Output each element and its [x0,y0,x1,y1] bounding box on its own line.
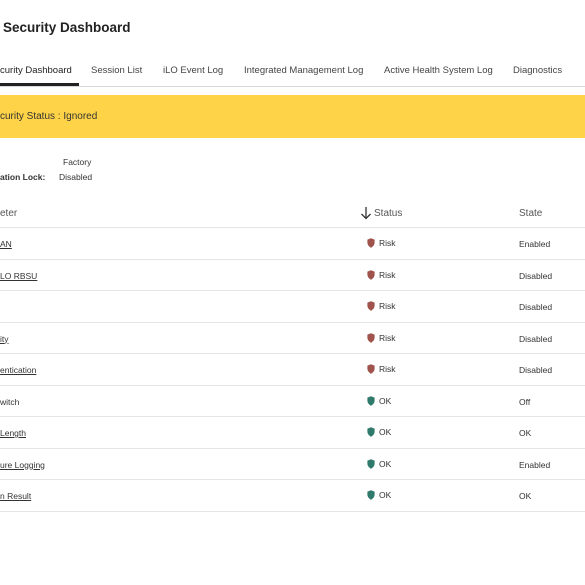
column-header-state: State [519,208,543,219]
shield-ok-icon [367,395,375,406]
tab-ilo-event-log[interactable]: iLO Event Log [163,65,223,76]
security-status-text: curity Status : Ignored [0,111,98,122]
status-cell: OK [367,459,391,469]
shield-risk-icon [367,301,375,311]
tab-bar: curity Dashboard Session List iLO Event … [0,56,585,87]
shield-ok-icon [367,427,375,437]
status-cell: OK [367,396,391,406]
parameter-link[interactable]: n Result [0,491,31,501]
page-title: Security Dashboard [3,20,131,35]
table-row: ure Logging OK Enabled [0,447,585,480]
configuration-lock-label: ation Lock: [0,172,46,182]
status-label: Risk [379,301,396,311]
parameter-link[interactable]: Length [0,428,26,438]
shield-ok-icon [367,458,375,469]
state-cell: Enabled [519,459,551,470]
parameter-link: witch [0,396,20,407]
table-row: entication Risk Disabled [0,353,585,385]
arrow-down-icon[interactable] [360,206,372,220]
state-cell: Disabled [519,270,553,281]
table-row: Length OK OK [0,416,585,448]
status-cell: Risk [367,364,396,374]
table-row: ity Risk Disabled [0,321,585,354]
state-cell: Enabled [519,239,551,249]
status-cell: Risk [367,301,396,311]
status-label: OK [379,490,392,500]
status-label: OK [379,458,392,469]
tab-security-dashboard[interactable]: curity Dashboard [0,65,72,76]
state-cell: Disabled [519,365,553,375]
status-label: OK [379,395,392,406]
parameter-link[interactable]: entication [0,365,36,375]
state-cell: Disabled [519,333,553,344]
status-label: Risk [379,269,396,280]
shield-risk-icon [367,332,375,343]
shield-risk-icon [367,238,375,248]
state-cell: Off [519,396,531,407]
tab-active-health-system-log[interactable]: Active Health System Log [384,65,493,76]
column-header-parameter: eter [0,208,18,219]
status-cell: Risk [367,238,396,248]
state-cell: Disabled [519,302,553,312]
status-cell: Risk [367,333,396,343]
column-header-status[interactable]: Status [374,208,402,219]
status-label: Risk [379,238,396,248]
tab-session-list[interactable]: Session List [91,65,142,76]
state-cell: OK [519,428,532,438]
parameter-link[interactable]: AN [0,239,12,249]
status-cell: OK [367,427,391,437]
status-label: Risk [379,332,396,343]
table-row: witch OK Off [0,384,585,417]
parameter-link[interactable]: LO RBSU [0,271,37,281]
shield-risk-icon [367,364,375,374]
status-label: OK [379,427,392,437]
configuration-lock-value: Disabled [59,172,93,182]
table-row: AN Risk Enabled [0,227,585,259]
parameter-link[interactable]: ure Logging [0,460,45,470]
active-tab-indicator [0,83,79,86]
status-label: Risk [379,364,396,374]
tab-integrated-management-log[interactable]: Integrated Management Log [244,65,363,76]
state-value: Factory [63,157,92,167]
table-row: n Result OK OK [0,479,585,512]
status-cell: Risk [367,270,396,280]
parameter-link[interactable]: ity [0,334,9,344]
shield-ok-icon [367,490,375,500]
table-row: LO RBSU Risk Disabled [0,258,585,291]
shield-risk-icon [367,269,375,280]
tab-diagnostics[interactable]: Diagnostics [513,65,562,76]
state-cell: OK [519,491,532,501]
status-cell: OK [367,490,391,500]
security-status-banner: curity Status : Ignored [0,95,585,138]
table-row: Risk Disabled [0,290,585,322]
